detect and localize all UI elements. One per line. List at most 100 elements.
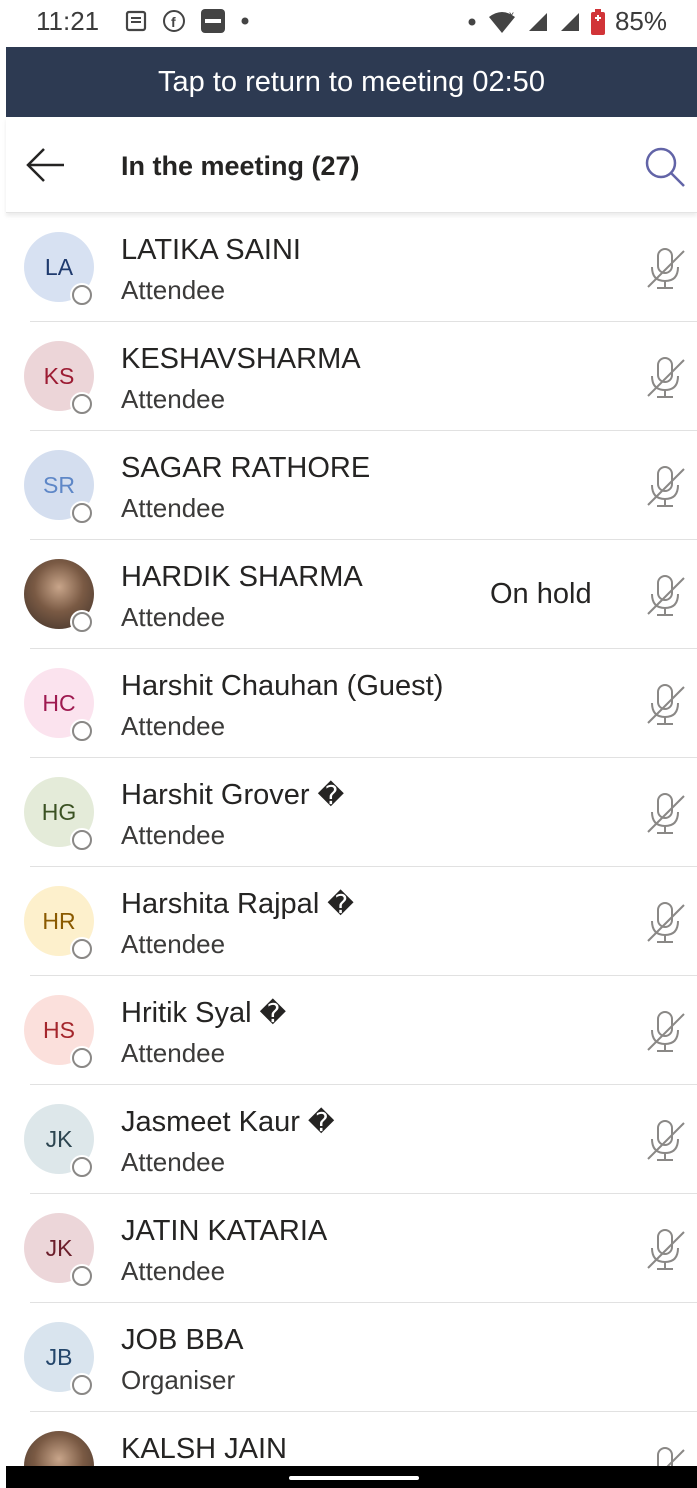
participant-row[interactable]: HS Hritik Syal � Attendee: [0, 976, 697, 1085]
facebook-icon: f: [163, 10, 185, 32]
presence-status-icon: [72, 285, 92, 305]
participant-name-text: Harshit Chauhan (Guest): [121, 670, 444, 702]
participant-row[interactable]: KALSH JAIN: [0, 1412, 697, 1466]
unknown-glyph-icon: �: [327, 889, 354, 919]
participant-name: HARDIK SHARMA: [121, 561, 363, 594]
presence-status-icon: [72, 503, 92, 523]
participant-row[interactable]: SR SAGAR RATHORE Attendee: [0, 431, 697, 540]
news-icon: [125, 10, 147, 32]
back-arrow-icon[interactable]: [24, 145, 68, 185]
page-title: In the meeting (27): [121, 151, 360, 181]
participant-row[interactable]: LA LATIKA SAINI Attendee: [0, 213, 697, 322]
participant-name: Jasmeet Kaur �: [121, 1106, 335, 1139]
unknown-glyph-icon: �: [307, 1107, 335, 1137]
participant-name: SAGAR RATHORE: [121, 452, 370, 485]
participant-role: Organiser: [121, 1365, 236, 1395]
status-time: 11:21: [36, 6, 100, 36]
presence-status-icon: [72, 1048, 92, 1068]
participant-name: JATIN KATARIA: [121, 1215, 327, 1248]
mic-off-icon[interactable]: [642, 463, 688, 509]
mic-off-icon[interactable]: [642, 899, 688, 945]
battery-percent: 85%: [614, 6, 667, 36]
signal-icon: [560, 12, 579, 31]
signal-icon: [528, 12, 547, 31]
participant-name-text: JATIN KATARIA: [121, 1215, 328, 1247]
participant-role: Attendee: [121, 493, 226, 523]
mic-off-icon[interactable]: [642, 1226, 688, 1272]
participant-name-text: KESHAVSHARMA: [121, 343, 361, 375]
home-gesture-handle[interactable]: [289, 1476, 419, 1480]
participant-name: Harshit Chauhan (Guest): [121, 670, 443, 703]
svg-text:x: x: [509, 10, 514, 21]
participant-name-text: KALSH JAIN: [121, 1433, 287, 1465]
mic-off-icon[interactable]: [642, 572, 688, 618]
presence-status-icon: [72, 721, 92, 741]
return-to-meeting-banner[interactable]: Tap to return to meeting 02:50: [6, 47, 697, 117]
presence-status-icon: [72, 830, 92, 850]
avatar: [24, 1431, 94, 1466]
svg-text:f: f: [171, 14, 176, 30]
participant-name: Harshit Grover �: [121, 779, 344, 812]
participant-role: Attendee: [121, 1038, 226, 1068]
system-icons: x 85%: [467, 6, 667, 37]
participant-name: Hritik Syal �: [121, 997, 286, 1030]
participant-row[interactable]: HC Harshit Chauhan (Guest) Attendee: [0, 649, 697, 758]
participant-name: KESHAVSHARMA: [121, 343, 361, 376]
status-bar: 11:21 f x 85%: [0, 0, 697, 46]
paytm-icon: [201, 9, 225, 33]
mic-off-icon[interactable]: [642, 790, 688, 836]
participant-list[interactable]: LA LATIKA SAINI Attendee KS KESHAVSHARMA Atte…: [0, 213, 697, 1466]
dot-icon: [468, 18, 476, 25]
mic-off-icon[interactable]: [642, 1444, 688, 1466]
notification-icons: f: [124, 8, 250, 34]
navigation-bar: [6, 1466, 697, 1488]
presence-status-icon: [72, 612, 92, 632]
wifi-icon: x: [488, 10, 515, 33]
participant-role: Attendee: [121, 820, 226, 850]
mic-off-icon[interactable]: [642, 245, 688, 291]
participant-name: JOB BBA: [121, 1324, 244, 1357]
mic-off-icon[interactable]: [642, 354, 688, 400]
unknown-glyph-icon: �: [259, 998, 287, 1028]
search-icon[interactable]: [643, 145, 687, 189]
mic-off-icon[interactable]: [642, 1008, 688, 1054]
presence-status-icon: [72, 1157, 92, 1177]
participant-name-text: Jasmeet Kaur: [121, 1106, 300, 1138]
battery-icon: [590, 8, 605, 35]
participant-name: Harshita Rajpal �: [121, 888, 354, 921]
participant-row[interactable]: KS KESHAVSHARMA Attendee: [0, 322, 697, 431]
on-hold-status: On hold: [490, 578, 592, 610]
participants-header: In the meeting (27): [6, 117, 697, 213]
participant-name-text: Hritik Syal: [121, 997, 252, 1029]
participant-role: Attendee: [121, 1256, 226, 1286]
participant-row[interactable]: JB JOB BBA Organiser: [0, 1303, 697, 1412]
participant-name-text: Harshita Rajpal: [121, 888, 320, 920]
return-to-meeting-text: Tap to return to meeting 02:50: [158, 65, 545, 98]
participant-name-text: SAGAR RATHORE: [121, 452, 371, 484]
participant-row[interactable]: HG Harshit Grover � Attendee: [0, 758, 697, 867]
participant-role: Attendee: [121, 1147, 226, 1177]
participant-role: Attendee: [121, 711, 226, 741]
participant-name-text: Harshit Grover: [121, 779, 310, 811]
participant-role: Attendee: [121, 275, 226, 305]
presence-status-icon: [72, 1266, 92, 1286]
participant-row[interactable]: JK Jasmeet Kaur � Attendee: [0, 1085, 697, 1194]
presence-status-icon: [72, 1375, 92, 1395]
mic-off-icon[interactable]: [642, 1117, 688, 1163]
participant-role: Attendee: [121, 384, 226, 414]
dot-icon: [241, 17, 249, 25]
participant-row[interactable]: HARDIK SHARMA Attendee On hold: [0, 540, 697, 649]
participant-role: Attendee: [121, 929, 226, 959]
presence-status-icon: [72, 939, 92, 959]
participant-name: KALSH JAIN: [121, 1433, 287, 1466]
participant-name-text: HARDIK SHARMA: [121, 561, 363, 593]
presence-status-icon: [72, 394, 92, 414]
participant-row[interactable]: JK JATIN KATARIA Attendee: [0, 1194, 697, 1303]
unknown-glyph-icon: �: [317, 780, 345, 810]
participant-role: Attendee: [121, 602, 226, 632]
mic-off-icon[interactable]: [642, 681, 688, 727]
participant-name: LATIKA SAINI: [121, 234, 301, 267]
participant-name-text: LATIKA SAINI: [121, 234, 301, 266]
participant-name-text: JOB BBA: [121, 1324, 244, 1356]
participant-row[interactable]: HR Harshita Rajpal � Attendee: [0, 867, 697, 976]
